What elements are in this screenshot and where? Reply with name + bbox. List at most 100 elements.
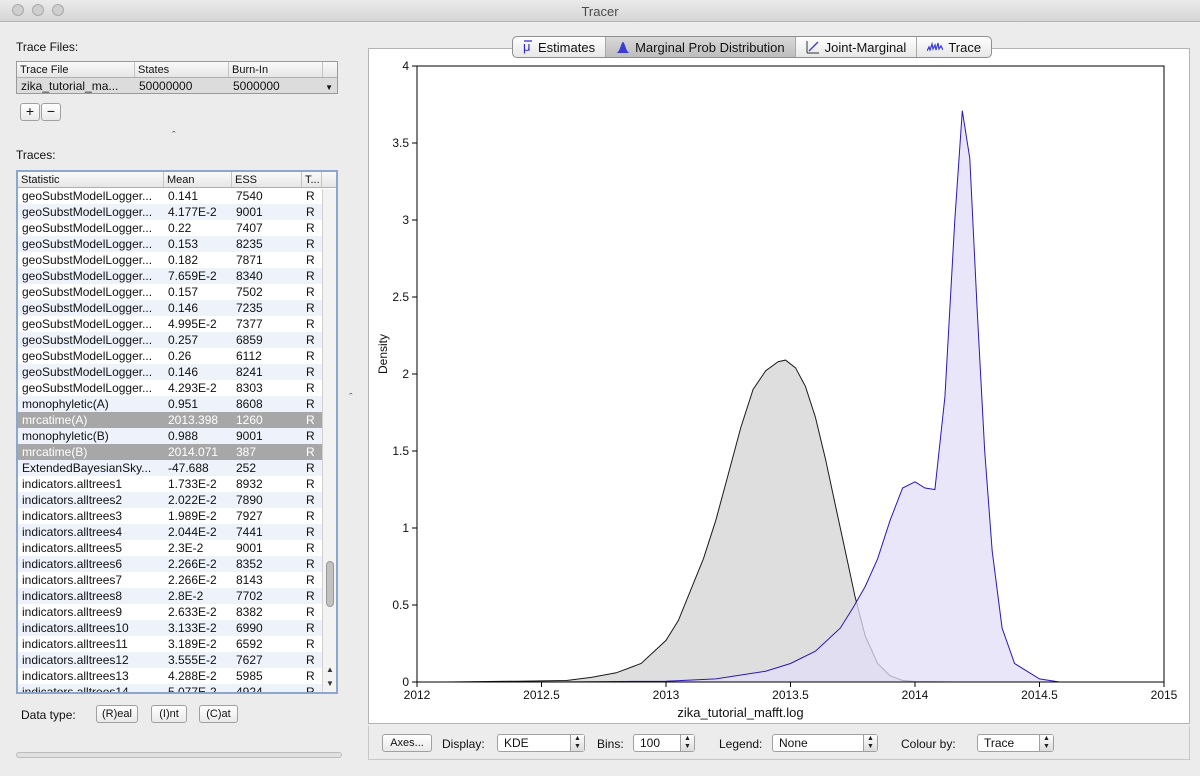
trace-row[interactable]: indicators.alltrees13 4.288E-2 5985 R [18, 668, 336, 684]
trace-statistic: monophyletic(A) [22, 397, 109, 411]
trace-row[interactable]: indicators.alltrees10 3.133E-2 6990 R [18, 620, 336, 636]
svg-text:μ: μ [523, 40, 531, 54]
trace-row[interactable]: indicators.alltrees2 2.022E-2 7890 R [18, 492, 336, 508]
trace-statistic: indicators.alltrees7 [22, 573, 123, 587]
chevron-down-icon[interactable]: ▼ [325, 83, 333, 92]
tab-label: Estimates [538, 39, 596, 55]
trace-row[interactable]: geoSubstModelLogger... 0.157 7502 R [18, 284, 336, 300]
trace-mean: 2.3E-2 [168, 541, 204, 555]
trace-row[interactable]: indicators.alltrees9 2.633E-2 8382 R [18, 604, 336, 620]
data-type-label: Data type: [21, 708, 76, 722]
trace-row[interactable]: geoSubstModelLogger... 0.146 8241 R [18, 364, 336, 380]
colour-by-select[interactable]: Trace ▲ ▼ [977, 734, 1054, 752]
tab-marginal-prob-distribution[interactable]: Marginal Prob Distribution [606, 37, 796, 57]
trace-ess: 387 [236, 445, 257, 459]
trace-ess: 8235 [236, 237, 263, 251]
trace-type: R [306, 557, 315, 571]
trace-row[interactable]: indicators.alltrees1 1.733E-2 8932 R [18, 476, 336, 492]
trace-ess: 8143 [236, 573, 263, 587]
trace-row[interactable]: ExtendedBayesianSky... -47.688 252 R [18, 460, 336, 476]
y-tick-label: 1 [402, 521, 409, 535]
trace-mean: 2.022E-2 [168, 493, 217, 507]
colour-by-label: Colour by: [901, 737, 956, 751]
trace-row[interactable]: indicators.alltrees5 2.3E-2 9001 R [18, 540, 336, 556]
cat-type-button[interactable]: (C)at [199, 705, 238, 723]
trace-row[interactable]: mrcatime(A) 2013.398 1260 R [18, 412, 336, 428]
scroll-up-arrow-icon[interactable]: ▲ [323, 665, 336, 674]
bins-select[interactable]: 100 ▲ ▼ [633, 734, 695, 752]
trace-row[interactable]: geoSubstModelLogger... 7.659E-2 8340 R [18, 268, 336, 284]
trace-ess: 9001 [236, 205, 263, 219]
trace-row[interactable]: indicators.alltrees4 2.044E-2 7441 R [18, 524, 336, 540]
trace-row[interactable]: indicators.alltrees12 3.555E-2 7627 R [18, 652, 336, 668]
x-tick-label: 2015 [1151, 688, 1178, 702]
column-header-states[interactable]: States [135, 62, 229, 77]
trace-type: R [306, 365, 315, 379]
traces-scrollbar[interactable]: ▲ ▼ [322, 189, 336, 692]
trace-ess: 6859 [236, 333, 263, 347]
add-trace-file-button[interactable]: + [20, 103, 40, 121]
axes-button[interactable]: Axes... [382, 734, 432, 752]
trace-row[interactable]: geoSubstModelLogger... 0.153 8235 R [18, 236, 336, 252]
trace-row[interactable]: indicators.alltrees8 2.8E-2 7702 R [18, 588, 336, 604]
trace-type: R [306, 317, 315, 331]
legend-select[interactable]: None ▲ ▼ [772, 734, 878, 752]
column-header-burn-in[interactable]: Burn-In [229, 62, 323, 77]
trace-row[interactable]: monophyletic(B) 0.988 9001 R [18, 428, 336, 444]
trace-row[interactable]: indicators.alltrees14 5.077E-2 4924 R [18, 684, 336, 694]
y-tick-label: 4 [402, 59, 409, 73]
trace-row[interactable]: geoSubstModelLogger... 4.995E-2 7377 R [18, 316, 336, 332]
trace-type: R [306, 301, 315, 315]
trace-row[interactable]: monophyletic(A) 0.951 8608 R [18, 396, 336, 412]
trace-row[interactable]: geoSubstModelLogger... 0.26 6112 R [18, 348, 336, 364]
trace-row[interactable]: mrcatime(B) 2014.071 387 R [18, 444, 336, 460]
column-header-statistic[interactable]: Statistic [18, 172, 164, 187]
trace-statistic: indicators.alltrees13 [22, 669, 129, 683]
scroll-down-arrow-icon[interactable]: ▼ [323, 679, 336, 688]
traces-heading: Traces: [16, 148, 56, 162]
trace-statistic: indicators.alltrees9 [22, 605, 123, 619]
remove-trace-file-button[interactable]: − [41, 103, 61, 121]
window-title: Tracer [581, 4, 619, 19]
trace-ess: 8608 [236, 397, 263, 411]
column-header-trace-file[interactable]: Trace File [17, 62, 135, 77]
trace-type: R [306, 461, 315, 475]
column-header-type[interactable]: T... [302, 172, 322, 187]
column-header-mean[interactable]: Mean [164, 172, 232, 187]
scrollbar-thumb[interactable] [326, 561, 334, 607]
trace-ess: 7235 [236, 301, 263, 315]
trace-file-row[interactable]: zika_tutorial_ma... 50000000 5000000 [17, 78, 337, 93]
trace-type: R [306, 333, 315, 347]
trace-mean: 5.077E-2 [168, 685, 217, 694]
trace-mean: 4.293E-2 [168, 381, 217, 395]
split-pane-handle-icon[interactable]: ˆ [349, 392, 353, 404]
display-label: Display: [442, 737, 485, 751]
trace-row[interactable]: indicators.alltrees3 1.989E-2 7927 R [18, 508, 336, 524]
horizontal-scrollbar[interactable] [16, 752, 342, 758]
split-handle-icon[interactable]: ˆ [172, 130, 176, 142]
trace-row[interactable]: geoSubstModelLogger... 0.141 7540 R [18, 188, 336, 204]
display-select[interactable]: KDE ▲ ▼ [497, 734, 585, 752]
trace-row[interactable]: geoSubstModelLogger... 0.257 6859 R [18, 332, 336, 348]
int-type-button[interactable]: (I)nt [151, 705, 187, 723]
trace-row[interactable]: indicators.alltrees11 3.189E-2 6592 R [18, 636, 336, 652]
trace-row[interactable]: geoSubstModelLogger... 0.182 7871 R [18, 252, 336, 268]
trace-row[interactable]: indicators.alltrees7 2.266E-2 8143 R [18, 572, 336, 588]
trace-ess: 7890 [236, 493, 263, 507]
trace-file-burn-in[interactable]: 5000000 [229, 78, 323, 93]
trace-row[interactable]: indicators.alltrees6 2.266E-2 8352 R [18, 556, 336, 572]
trace-ess: 8352 [236, 557, 263, 571]
trace-row[interactable]: geoSubstModelLogger... 4.177E-2 9001 R [18, 204, 336, 220]
tab-joint-marginal[interactable]: Joint-Marginal [796, 37, 918, 57]
chart-panel: 2012 2012.5 2013 2013.5 2014 2014.5 2015 0 0.5 1 1… [368, 48, 1190, 724]
tab-estimates[interactable]: μ Estimates [513, 37, 607, 57]
trace-statistic: geoSubstModelLogger... [22, 269, 153, 283]
trace-row[interactable]: geoSubstModelLogger... 0.22 7407 R [18, 220, 336, 236]
tab-trace[interactable]: Trace [917, 37, 991, 57]
trace-row[interactable]: geoSubstModelLogger... 4.293E-2 8303 R [18, 380, 336, 396]
trace-mean: 1.733E-2 [168, 477, 217, 491]
real-type-button[interactable]: (R)eal [96, 705, 138, 723]
trace-ess: 4924 [236, 685, 263, 694]
column-header-ess[interactable]: ESS [232, 172, 302, 187]
trace-row[interactable]: geoSubstModelLogger... 0.146 7235 R [18, 300, 336, 316]
